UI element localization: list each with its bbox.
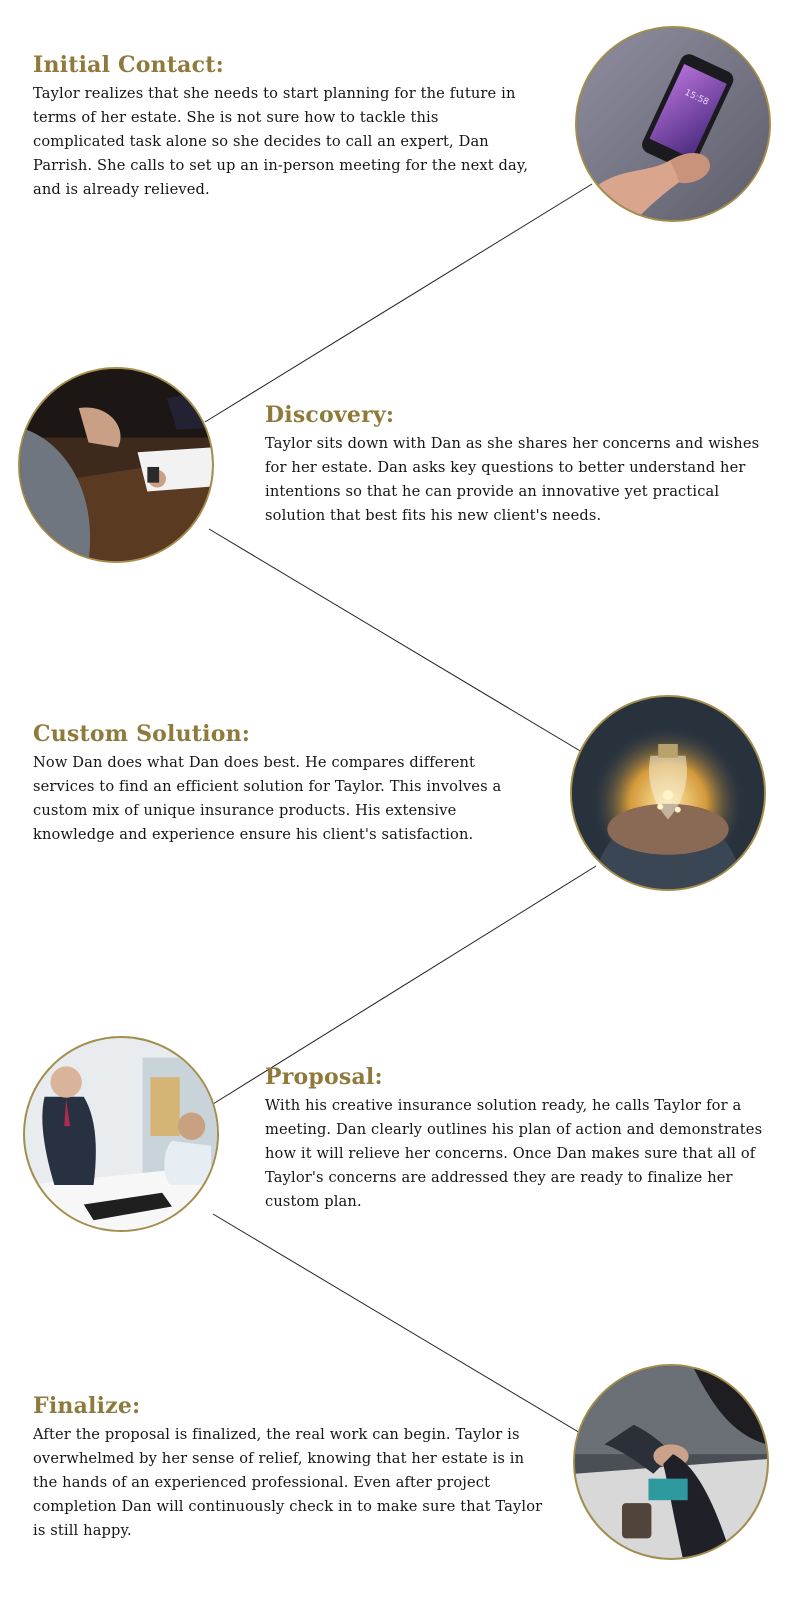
connector-line-1 [204, 183, 593, 423]
step-title: Discovery: [265, 402, 395, 428]
step-body: Now Dan does what Dan does best. He comp… [33, 754, 502, 843]
step-title: Proposal: [265, 1064, 383, 1090]
office-presentation-photo [23, 1036, 219, 1232]
step-initial-contact: Initial Contact: Taylor realizes that sh… [33, 52, 533, 202]
meeting-at-desk-photo [18, 367, 214, 563]
step-body: After the proposal is finalized, the rea… [33, 1426, 543, 1539]
hand-holding-smartphone-photo: 15:58 [575, 26, 771, 222]
step-title: Initial Contact: [33, 52, 224, 78]
hands-holding-lightbulb-photo [570, 695, 766, 891]
step-body: With his creative insurance solution rea… [265, 1097, 763, 1210]
handshake-photo [573, 1364, 769, 1560]
step-proposal: Proposal: With his creative insurance so… [265, 1064, 785, 1214]
step-custom-solution: Custom Solution: Now Dan does what Dan d… [33, 721, 533, 847]
step-body: Taylor realizes that she needs to start … [33, 85, 529, 198]
step-finalize: Finalize: After the proposal is finalize… [33, 1393, 553, 1543]
step-title: Custom Solution: [33, 721, 251, 747]
step-body: Taylor sits down with Dan as she shares … [265, 435, 760, 524]
step-title: Finalize: [33, 1393, 141, 1419]
step-discovery: Discovery: Taylor sits down with Dan as … [265, 402, 775, 528]
